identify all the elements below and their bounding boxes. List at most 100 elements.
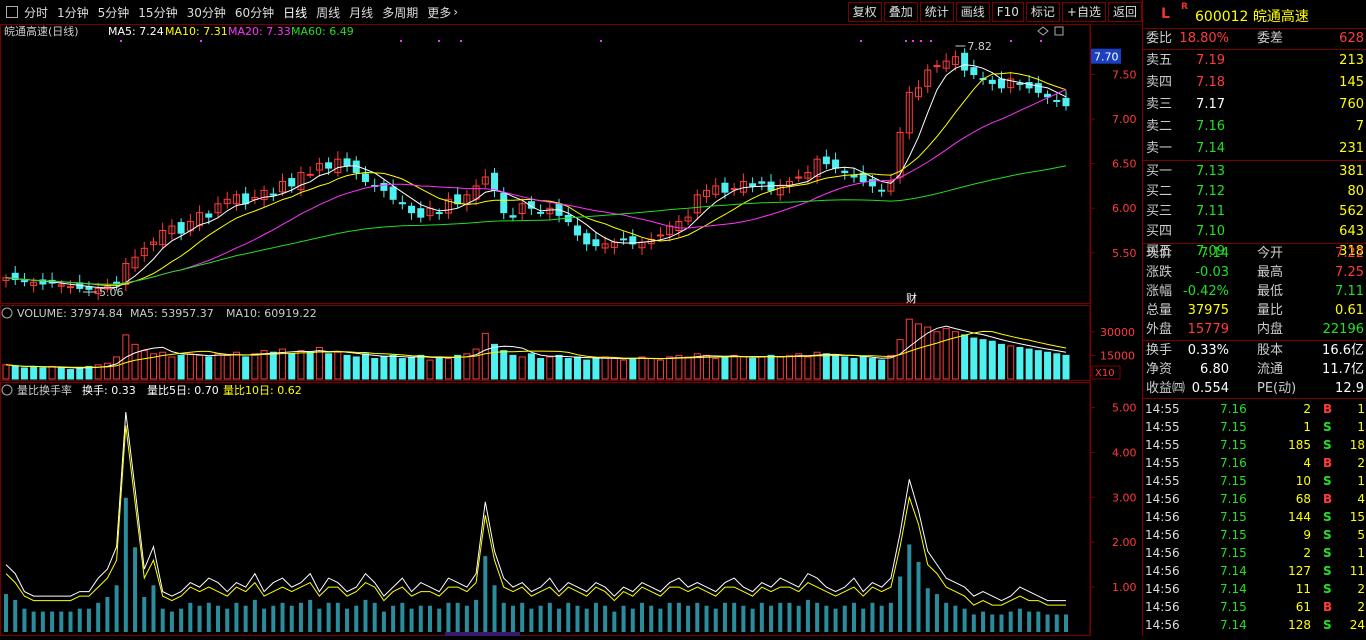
tick-volume: 2 [1303,402,1311,416]
turnover-bar-89 [824,605,829,632]
stock-code-name[interactable]: 600012 皖通高速 [1195,6,1309,26]
period-tab-4[interactable]: 30分钟 [187,4,226,21]
period-tab-1[interactable]: 1分钟 [57,4,89,21]
period-tab-5[interactable]: 60分钟 [235,4,274,21]
volume-bar-60 [555,354,563,380]
tick-side: B [1323,456,1333,470]
turnover-bar-105 [971,614,976,632]
tick-volume: 4 [1303,456,1311,470]
tick-volume: 2 [1303,546,1311,560]
tick-price: 7.14 [1220,618,1247,632]
tick-row-5: 14:56 7.16 68 B 4 [1143,490,1366,508]
sep-ask [1143,160,1366,161]
candle-body-78 [721,182,729,193]
volume-bar-46 [426,359,434,380]
diamond-icon [1037,26,1049,36]
ratio-legend-r10: 量比10日: 0.62 [223,384,302,397]
chevron-right-icon[interactable]: › [453,5,458,19]
bid-row-0-label: 买一 [1146,164,1173,179]
period-tab-3[interactable]: 15分钟 [138,4,177,21]
turnover-bar-42 [391,605,396,632]
action-button-5[interactable]: 标记 [1025,2,1060,22]
tick-time: 14:55 [1145,402,1180,416]
tick-row-6: 14:56 7.15 144 S 15 [1143,508,1366,526]
period-tab-0[interactable]: 分时 [24,4,48,21]
kline-chart-svg: 7.50 7.00 6.50 6.00 5.50 7.70 7.82 5.06 财 皖通高速(日线… [0,24,1137,636]
action-button-4[interactable]: F10 [991,2,1024,22]
volume-bar-14 [131,343,139,380]
turnover-bar-65 [603,605,608,632]
volume-bar-1 [11,365,19,380]
tick-volume: 10 [1295,474,1311,488]
fund-row-1-value: 6.80 [1200,362,1229,377]
ask-row-2: 卖三 7.17 760 [1143,96,1366,114]
kline-chart-area: 7.50 7.00 6.50 6.00 5.50 7.70 7.82 5.06 财 皖通高速(日线… [0,24,1142,636]
turnover-bar-73 [676,602,681,632]
main-legend-ma20: MA20: 7.33 [228,25,291,38]
candle-body-55 [509,215,517,218]
volume-bar-93 [859,356,867,380]
ratio-settings-icon [1,384,13,396]
tick-count: 18 [1349,438,1365,452]
tick-volume: 9 [1303,528,1311,542]
candle-body-112 [1034,83,1042,93]
stat-row-2-label: 涨幅 [1146,284,1173,299]
bid-row-2: 买三 7.11 562 [1143,203,1366,221]
action-button-7[interactable]: 返回 [1107,2,1142,22]
top-dot-12 [1040,40,1042,42]
turnover-bar-81 [750,608,755,632]
ytick-label-0: 7.50 [1112,69,1137,82]
candle-body-71 [656,234,664,237]
fund-row-0-label2: 股本 [1257,343,1284,358]
sep-stats [1143,340,1366,341]
turnover-bar-9 [86,608,91,632]
action-button-0[interactable]: 复权 [847,2,882,22]
bid-row-1: 买二 7.12 80 [1143,183,1366,201]
period-tab-8[interactable]: 月线 [349,4,373,21]
menu-square-icon[interactable] [6,6,18,18]
ask-row-0-value2: 213 [1339,53,1364,68]
volume-bar-69 [638,356,646,380]
volume-bar-49 [454,354,462,380]
tick-side: S [1323,420,1332,434]
volume-bar-87 [804,356,812,380]
volume-bar-63 [583,359,591,380]
period-tab-6[interactable]: 日线 [283,4,307,21]
volume-bar-23 [214,353,222,380]
ma-line-MA20 [5,89,1067,285]
bid-row-1-value: 7.12 [1196,184,1225,199]
turnover-bar-58 [538,605,543,632]
tick-volume: 128 [1288,618,1311,632]
period-tab-2[interactable]: 5分钟 [98,4,130,21]
volume-bar-106 [979,339,987,380]
action-button-1[interactable]: 叠加 [883,2,918,22]
period-tab-9[interactable]: 多周期 [382,4,418,21]
tick-price: 7.15 [1220,420,1247,434]
top-dot-9 [920,40,922,42]
turnover-bar-53 [492,585,497,632]
vol-ytick-label-1: 15000 [1100,349,1135,362]
ma-line-MA5 [5,64,1067,289]
ask-row-1-label: 卖四 [1146,75,1173,90]
volume-bar-103 [951,331,959,380]
vol-ytick-label-0: 30000 [1100,326,1135,339]
tick-volume: 1 [1303,420,1311,434]
volume-bar-80 [739,356,747,380]
turnover-bar-52 [483,556,488,632]
action-button-2[interactable]: 统计 [919,2,954,22]
period-tab-10[interactable]: 更多 [427,4,451,21]
period-tab-7[interactable]: 周线 [316,4,340,21]
top-dot-2 [400,40,402,42]
turnover-bar-8 [77,608,82,632]
action-button-3[interactable]: 画线 [955,2,990,22]
tick-count: 15 [1349,510,1365,524]
volume-bar-3 [30,365,38,380]
action-button-6[interactable]: +自选 [1061,2,1106,22]
candle-body-86 [795,176,803,179]
ask-row-0-value: 7.19 [1196,53,1225,68]
period-tabs: 分时 1分钟 5分钟 15分钟 30分钟 60分钟 日线 周线 月线 多周期 更多 › [0,0,467,24]
volume-bar-42 [389,354,397,380]
tick-time: 14:56 [1145,528,1180,542]
ratio-ytick-label-4: 1.00 [1112,581,1137,594]
candle-body-29 [269,193,277,196]
